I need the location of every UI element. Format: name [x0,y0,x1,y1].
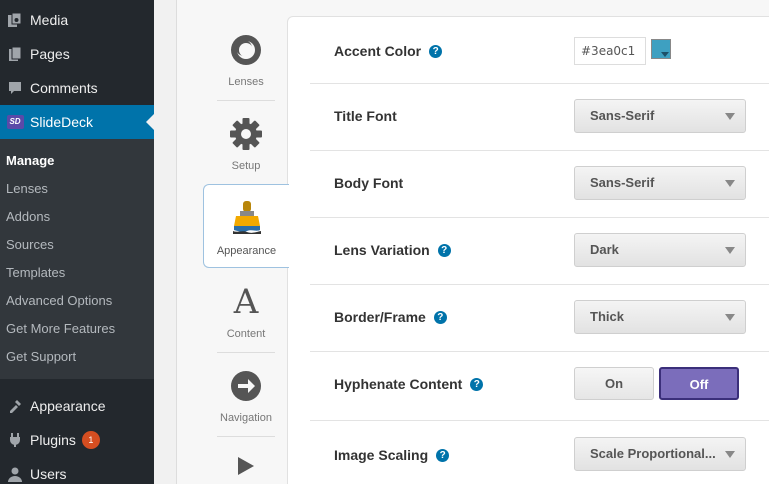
help-icon[interactable]: ? [437,244,451,257]
submenu-sources[interactable]: Sources [6,237,54,252]
help-icon[interactable]: ? [470,378,484,391]
lens-variation-select[interactable]: Dark [574,233,746,267]
appearance-icon [0,398,30,414]
lenses-icon [229,30,263,70]
option-label: Body Font [334,175,404,191]
tab-label: Setup [231,160,261,172]
title-font-select[interactable]: Sans-Serif [574,99,746,133]
menu-item-label: Plugins [30,432,76,448]
submenu-addons[interactable]: Addons [6,209,50,224]
paintbrush-icon [230,199,264,239]
users-icon [0,466,30,482]
admin-sidebar: Media Pages Comments SD SlideDeck Manage… [0,0,154,484]
chevron-down-icon [725,247,735,254]
menu-item-plugins[interactable]: Plugins 1 [0,423,154,457]
tab-appearance[interactable]: Appearance [203,184,289,268]
submenu-advanced-options[interactable]: Advanced Options [6,293,112,308]
tab-setup[interactable]: Setup [205,100,287,184]
option-row-accent-color: Accent Color? #3ea0c1 [310,17,769,84]
tab-content[interactable]: A Content [205,268,287,352]
body-font-select[interactable]: Sans-Serif [574,166,746,200]
option-row-border-frame: Border/Frame? Thick [310,285,769,352]
select-value: Sans-Serif [590,108,655,123]
menu-item-slidedeck[interactable]: SD SlideDeck [0,105,154,139]
menu-item-label: Media [30,12,69,28]
menu-item-comments[interactable]: Comments [0,71,154,105]
option-row-image-scaling: Image Scaling? Scale Proportional... [310,421,769,484]
comments-icon [0,80,30,96]
plugins-icon [0,432,30,448]
menu-item-appearance[interactable]: Appearance [0,389,154,423]
options-tabs: Lenses Setup Appearance A Content Naviga… [177,0,289,484]
option-label: Image Scaling? [334,447,450,463]
option-label: Border/Frame? [334,309,447,325]
accent-color-input[interactable]: #3ea0c1 [574,37,646,65]
option-label: Title Font [334,108,397,124]
tab-label: Content [226,328,266,340]
menu-item-label: SlideDeck [30,114,94,130]
tab-navigation[interactable]: Navigation [205,352,287,436]
hyphenate-on-button[interactable]: On [574,367,654,400]
pages-icon [0,46,30,62]
options-frame: Lenses Setup Appearance A Content Naviga… [176,0,769,484]
menu-item-media[interactable]: Media [0,3,154,37]
submenu-manage[interactable]: Manage [6,153,54,168]
submenu-get-more-features[interactable]: Get More Features [6,321,115,336]
slidedeck-editor: Lenses Setup Appearance A Content Naviga… [176,0,769,484]
select-value: Dark [590,242,619,257]
help-icon[interactable]: ? [436,449,450,462]
select-value: Thick [590,309,624,324]
tab-label: Appearance [216,245,277,257]
menu-item-label: Appearance [30,398,106,414]
menu-item-pages[interactable]: Pages [0,37,154,71]
menu-item-users[interactable]: Users [0,457,154,484]
menu-item-label: Comments [30,80,98,96]
option-row-hyphenate-content: Hyphenate Content? On Off [310,352,769,421]
option-label: Lens Variation? [334,242,451,258]
media-icon [0,12,30,28]
plugins-update-count-badge: 1 [81,431,100,449]
select-value: Sans-Serif [590,175,655,190]
option-label: Accent Color? [334,43,443,59]
submenu-templates[interactable]: Templates [6,265,65,280]
option-label: Hyphenate Content? [334,376,484,392]
slidedeck-submenu: Manage Lenses Addons Sources Templates A… [0,139,154,379]
option-row-lens-variation: Lens Variation? Dark [310,218,769,285]
chevron-down-icon [725,451,735,458]
option-row-title-font: Title Font Sans-Serif [310,84,769,151]
help-icon[interactable]: ? [429,45,443,58]
menu-item-label: Pages [30,46,70,62]
select-value: Scale Proportional... [590,446,716,461]
border-frame-select[interactable]: Thick [574,300,746,334]
font-a-icon: A [233,282,259,322]
tab-playback[interactable] [205,436,287,484]
appearance-options-panel: Accent Color? #3ea0c1 Title Font Sans-Se… [287,16,769,484]
tab-label: Navigation [220,412,272,424]
chevron-down-icon [725,314,735,321]
arrow-right-circle-icon [229,366,263,406]
hyphenate-off-button[interactable]: Off [659,367,739,400]
chevron-down-icon [725,180,735,187]
menu-item-label: Users [30,466,67,482]
chevron-down-icon [661,52,669,57]
help-icon[interactable]: ? [433,311,447,324]
chevron-down-icon [725,113,735,120]
option-row-body-font: Body Font Sans-Serif [310,151,769,218]
tab-label: Lenses [228,76,264,88]
slidedeck-icon: SD [0,115,30,129]
play-icon [236,448,256,484]
gear-icon [229,114,263,154]
submenu-lenses[interactable]: Lenses [6,181,48,196]
submenu-get-support[interactable]: Get Support [6,349,76,364]
image-scaling-select[interactable]: Scale Proportional... [574,437,746,471]
tab-lenses[interactable]: Lenses [205,16,287,100]
color-picker-swatch[interactable] [651,39,671,59]
